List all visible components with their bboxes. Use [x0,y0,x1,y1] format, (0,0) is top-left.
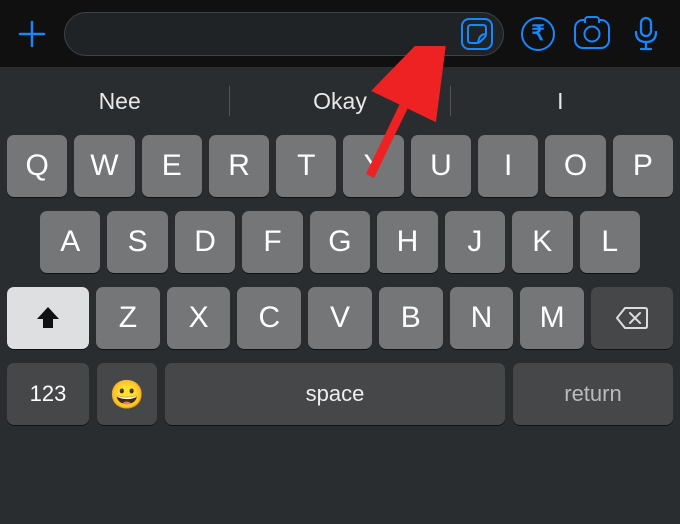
rupee-icon: ₹ [521,17,555,51]
key-u[interactable]: U [411,135,471,197]
backspace-icon [616,306,648,330]
keyboard-row-2: A S D F G H J K L [7,211,673,273]
numbers-key[interactable]: 123 [7,363,89,425]
key-k[interactable]: K [512,211,572,273]
key-h[interactable]: H [377,211,437,273]
suggestion-2[interactable]: Okay [230,82,449,121]
sticker-icon [467,24,487,44]
key-f[interactable]: F [242,211,302,273]
suggestion-3[interactable]: I [451,82,670,121]
key-s[interactable]: S [107,211,167,273]
shift-key[interactable] [7,287,89,349]
emoji-key[interactable]: 😀 [97,363,157,425]
payment-button[interactable]: ₹ [518,14,558,54]
camera-button[interactable] [572,14,612,54]
key-g[interactable]: G [310,211,370,273]
key-n[interactable]: N [450,287,514,349]
keyboard-row-1: Q W E R T Y U I O P [7,135,673,197]
key-d[interactable]: D [175,211,235,273]
key-p[interactable]: P [613,135,673,197]
key-b[interactable]: B [379,287,443,349]
shift-icon [35,305,61,331]
keyboard-row-3: Z X C V B N M [7,287,673,349]
message-input[interactable] [64,12,504,56]
key-c[interactable]: C [237,287,301,349]
keyboard-row-4: 123 😀 space return [7,363,673,425]
key-r[interactable]: R [209,135,269,197]
keyboard: Q W E R T Y U I O P A S D F G H J K L Z … [0,129,680,435]
key-i[interactable]: I [478,135,538,197]
add-button[interactable] [14,16,50,52]
key-l[interactable]: L [580,211,640,273]
key-m[interactable]: M [520,287,584,349]
key-t[interactable]: T [276,135,336,197]
plus-icon [17,19,47,49]
key-q[interactable]: Q [7,135,67,197]
voice-message-button[interactable] [626,14,666,54]
microphone-icon [633,16,659,52]
key-j[interactable]: J [445,211,505,273]
key-w[interactable]: W [74,135,134,197]
key-e[interactable]: E [142,135,202,197]
chat-input-bar: ₹ [0,0,680,67]
key-y[interactable]: Y [343,135,403,197]
key-v[interactable]: V [308,287,372,349]
key-o[interactable]: O [545,135,605,197]
suggestion-1[interactable]: Nee [10,82,229,121]
emoji-icon: 😀 [110,378,145,411]
key-a[interactable]: A [40,211,100,273]
sticker-button[interactable] [461,18,493,50]
camera-icon [574,19,610,49]
backspace-key[interactable] [591,287,673,349]
key-x[interactable]: X [167,287,231,349]
space-key[interactable]: space [165,363,505,425]
return-key[interactable]: return [513,363,673,425]
prediction-bar: Nee Okay I [0,67,680,129]
key-z[interactable]: Z [96,287,160,349]
